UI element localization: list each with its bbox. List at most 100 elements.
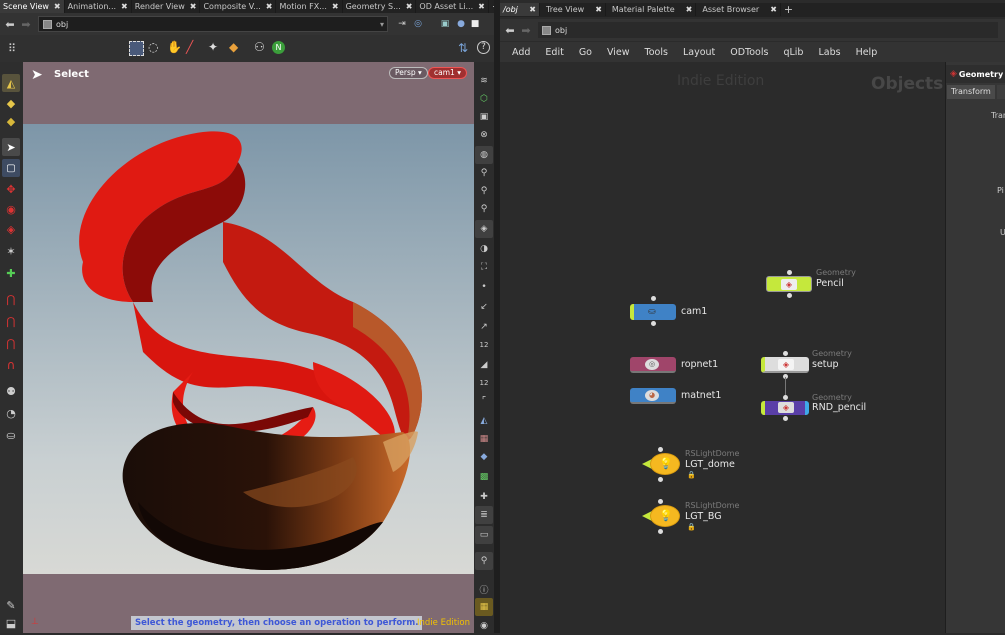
frame-icon[interactable]: ⊗ <box>475 126 493 144</box>
select-box-icon[interactable] <box>129 41 144 56</box>
normals-icon[interactable]: ↙ <box>475 298 493 316</box>
input-port[interactable] <box>658 499 663 504</box>
node-body[interactable]: ◈ <box>761 357 809 373</box>
close-icon[interactable]: ✖ <box>266 0 273 13</box>
node-body[interactable]: ◈ <box>766 276 812 292</box>
menu-edit[interactable]: Edit <box>545 47 563 58</box>
magnet-icon-2[interactable]: ⋂ <box>2 312 20 330</box>
tab-transform[interactable]: Transform <box>947 85 995 99</box>
node-body[interactable]: 💡 <box>650 505 680 527</box>
output-port[interactable] <box>658 529 663 534</box>
tab-animation[interactable]: Animation... ✖ <box>65 0 132 13</box>
magnet-icon[interactable]: ⋂ <box>2 290 20 308</box>
handles-icon[interactable]: ✚ <box>2 264 20 282</box>
tab-od-asset-library[interactable]: OD Asset Li... ✖ <box>416 0 489 13</box>
close-icon[interactable]: ✖ <box>332 0 339 13</box>
move-tool-icon[interactable]: ✥ <box>2 180 20 198</box>
pose-tool-icon[interactable]: ◆ <box>229 40 238 54</box>
viewport-path-field[interactable]: obj ▾ <box>38 16 388 32</box>
tab-material-palette[interactable]: Material Palette ✖ <box>606 3 697 16</box>
square-icon[interactable]: ■ <box>468 19 482 29</box>
lasso-icon[interactable]: ◌ <box>148 40 158 54</box>
input-port[interactable] <box>787 270 792 275</box>
corner-icon[interactable]: ⌜ <box>475 392 493 410</box>
forward-arrow-icon[interactable]: ➡ <box>18 18 34 31</box>
close-icon[interactable]: ✖ <box>406 0 413 13</box>
output-port[interactable] <box>651 321 656 326</box>
location-icon[interactable]: ⚲ <box>475 552 493 570</box>
snapshot-icon[interactable]: ◔ <box>2 404 20 422</box>
close-icon[interactable]: ✖ <box>54 0 61 13</box>
node-body[interactable]: 💡 <box>650 453 680 475</box>
network-path-field[interactable]: obj <box>538 22 998 38</box>
chevron-down-icon[interactable]: ▾ <box>380 20 384 29</box>
handle-tool-icon[interactable]: ✦ <box>208 40 218 54</box>
snap-icon[interactable]: N <box>272 41 285 54</box>
menu-view[interactable]: View <box>607 47 630 58</box>
stack-icon[interactable]: ≣ <box>475 506 493 524</box>
tab-scene-view[interactable]: Scene View ✖ <box>0 0 65 13</box>
uv-icon[interactable]: ◭ <box>475 412 493 430</box>
geometry-mode-icon[interactable]: ◆ <box>2 112 20 130</box>
menu-odtools[interactable]: ODTools <box>730 47 768 58</box>
shading-icon[interactable]: ◈ <box>475 220 493 238</box>
close-icon[interactable]: ✖ <box>478 0 485 13</box>
cube-icon[interactable]: ▣ <box>436 19 454 29</box>
close-icon[interactable]: ✖ <box>686 3 693 16</box>
node-body[interactable]: ◈ <box>761 401 809 415</box>
input-port[interactable] <box>651 296 656 301</box>
input-port[interactable] <box>783 351 788 356</box>
target-icon[interactable]: ◎ <box>410 19 426 29</box>
menu-layout[interactable]: Layout <box>683 47 715 58</box>
tab-asset-browser[interactable]: Asset Browser ✖ <box>696 3 781 16</box>
pose-icon[interactable]: ✶ <box>2 242 20 260</box>
forward-arrow-icon[interactable]: ➡ <box>518 24 534 37</box>
menu-help[interactable]: Help <box>856 47 878 58</box>
close-icon[interactable]: ✖ <box>770 3 777 16</box>
point-icon[interactable]: • <box>475 278 493 296</box>
save-icon[interactable]: ⬓ <box>2 614 20 632</box>
persp-menu[interactable]: Persp ▾ <box>389 67 428 79</box>
input-port[interactable] <box>658 447 663 452</box>
lock-icon[interactable]: ▢ <box>2 159 20 177</box>
close-icon[interactable]: ✖ <box>190 0 197 13</box>
view-tool-icon[interactable]: ⚇ <box>254 40 265 54</box>
magnet-icon-4[interactable]: ∩ <box>2 356 20 374</box>
prim-icon[interactable]: ◢ <box>475 356 493 374</box>
rotate-tool-icon[interactable]: ◉ <box>2 200 20 218</box>
camera-display-icon[interactable]: ⛶ <box>475 258 493 276</box>
pin-icon[interactable]: ⇥ <box>394 19 410 29</box>
close-icon[interactable]: ✖ <box>121 0 128 13</box>
output-port[interactable] <box>787 293 792 298</box>
tab-obj[interactable]: /obj ✖ <box>500 3 540 16</box>
ghost-icon[interactable]: ⬡ <box>475 90 493 108</box>
camera-icon[interactable]: ⛀ <box>2 426 20 444</box>
camera-menu[interactable]: cam1 ▾ <box>428 67 467 79</box>
back-arrow-icon[interactable]: ⬅ <box>2 18 18 31</box>
tab-geometry-spreadsheet[interactable]: Geometry S... ✖ <box>343 0 417 13</box>
paint-icon[interactable]: ✎ <box>2 596 20 614</box>
network-editor[interactable]: Indie Edition Objects Geometry ◈ Pencil … <box>500 62 945 633</box>
quad-view-icon[interactable]: ▦ <box>475 598 493 616</box>
output-port[interactable] <box>783 416 788 421</box>
background-image-icon[interactable]: ▭ <box>475 526 493 544</box>
display-options-icon[interactable]: ⇅ <box>458 41 468 55</box>
sphere-icon[interactable]: ● <box>454 19 468 29</box>
tab-render-view[interactable]: Render View ✖ <box>132 0 201 13</box>
object-mode-icon[interactable]: ◆ <box>2 94 20 112</box>
camera-lens-icon[interactable]: ◍ <box>475 146 493 164</box>
node-body[interactable]: ⛀ <box>630 304 676 320</box>
magnet-icon-3[interactable]: ⋂ <box>2 334 20 352</box>
input-port[interactable] <box>783 395 788 400</box>
transform-icon[interactable]: ✚ <box>475 488 493 506</box>
menu-add[interactable]: Add <box>512 47 530 58</box>
menu-tools[interactable]: Tools <box>645 47 668 58</box>
menu-go[interactable]: Go <box>579 47 592 58</box>
light-icon-2[interactable]: ⚲ <box>475 182 493 200</box>
help-icon[interactable]: ? <box>477 41 490 54</box>
select-mode-icon[interactable]: ◭ <box>2 74 20 92</box>
diamond-icon[interactable]: ◆ <box>475 448 493 466</box>
tab-tree-view[interactable]: Tree View ✖ <box>540 3 606 16</box>
add-tab-icon[interactable]: + <box>781 3 796 16</box>
close-icon[interactable]: ✖ <box>529 3 536 16</box>
